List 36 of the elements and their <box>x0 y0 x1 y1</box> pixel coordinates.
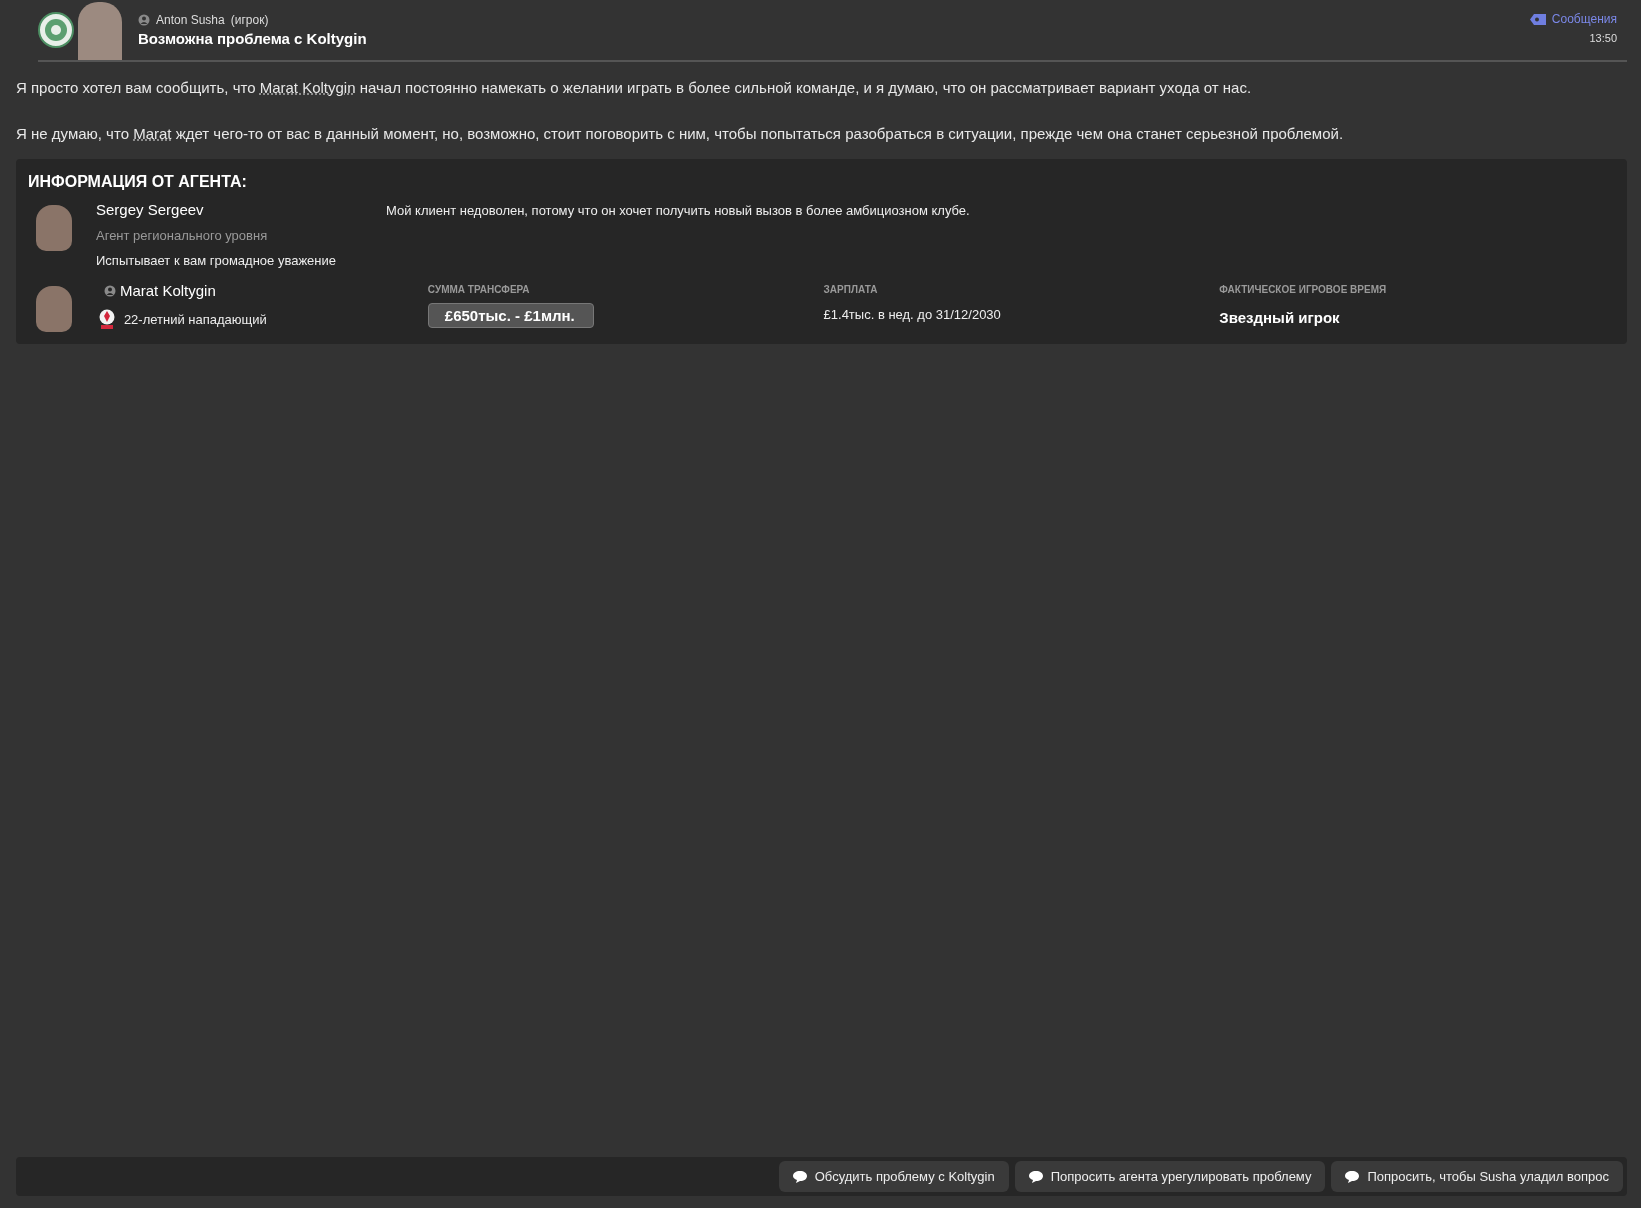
tag-icon <box>1529 13 1546 25</box>
player-link[interactable]: Marat Koltygin <box>259 79 356 96</box>
agent-level: Агент регионального уровня <box>96 228 269 243</box>
stat-label: СУММА ТРАНСФЕРА <box>427 284 531 295</box>
message-paragraph: Я просто хотел вам сообщить, что Marat Koltygin начал постоянно намекать о желании играть в более сильной команде, и я думаю, что он рассматривает вариант ухода от нас. <box>16 78 1253 98</box>
stat-value: £1.4тыс. в нед. до 31/12/2030 <box>823 306 1002 322</box>
sender-name[interactable]: Anton Susha <box>156 13 225 27</box>
agent-quote: Мой клиент недоволен, потому что он хочет получить новый вызов в более амбициозном клубе. <box>386 202 970 218</box>
sender-role: (игрок) <box>230 13 269 27</box>
speech-bubble-icon <box>1345 1170 1360 1183</box>
avatar-silhouette <box>36 205 72 251</box>
stat-label: ЗАРПЛАТА <box>823 284 879 295</box>
photo-placeholder <box>78 2 122 60</box>
message-subject: Возможна проблема с Koltygin <box>138 30 367 47</box>
player-description: 22-летний нападающий <box>123 311 267 327</box>
player-link[interactable]: Marat <box>133 124 172 142</box>
speech-bubble-icon <box>1028 1170 1043 1183</box>
stat-value: Звездный игрок <box>1219 308 1341 326</box>
club-badge-icon <box>38 12 74 48</box>
player-name[interactable]: Marat Koltygin <box>119 282 216 299</box>
price-tag: £650тыс. - £1млн. <box>427 303 594 328</box>
action-button[interactable]: Обсудить проблему с Koltygin <box>778 1161 1009 1192</box>
flag-emblem-icon <box>97 309 116 329</box>
agent-name[interactable]: Sergey Sergeev <box>96 201 386 218</box>
speech-bubble-icon <box>792 1170 807 1183</box>
person-icon <box>103 284 116 297</box>
stat-label: ФАКТИЧЕСКОЕ ИГРОВОЕ ВРЕМЯ <box>1219 284 1388 295</box>
action-button[interactable]: Попросить агента урегулировать проблему <box>1014 1161 1326 1192</box>
agent-relationship: Испытывает к вам громадное уважение <box>96 253 337 268</box>
action-button[interactable]: Попросить, чтобы Susha уладил вопрос <box>1331 1161 1623 1192</box>
message-paragraph: Я не думаю, что Marat ждет чего-то от вас в данный момент, но, возможно, стоит поговорить с ним, чтобы попытаться разобраться в ситуации, прежде чем она станет серьезной проблемой. <box>16 123 1345 143</box>
category-link[interactable]: Сообщения <box>1551 12 1617 26</box>
message-time: 13:50 <box>1589 32 1617 44</box>
person-icon <box>138 14 150 26</box>
avatar-silhouette <box>36 286 72 332</box>
card-title: ИНФОРМАЦИЯ ОТ АГЕНТА: <box>28 173 248 191</box>
